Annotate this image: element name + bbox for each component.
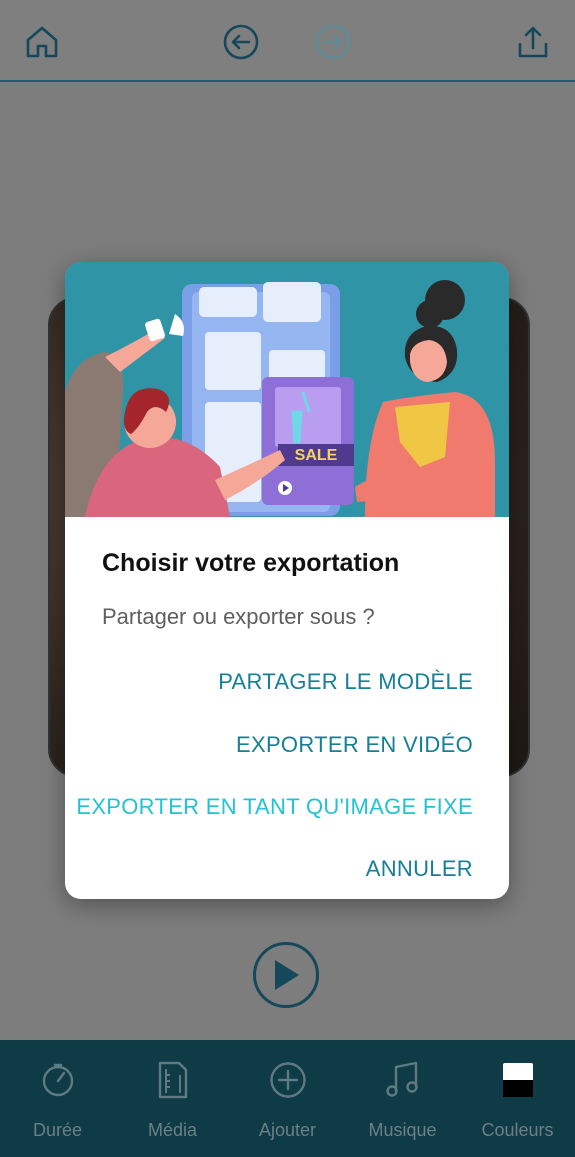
share-icon: [518, 26, 548, 58]
color-swatch-icon: [502, 1063, 533, 1097]
export-video-button[interactable]: EXPORTER EN VIDÉO: [236, 732, 473, 758]
nav-label: Couleurs: [481, 1120, 554, 1140]
film-icon: [158, 1061, 187, 1099]
top-toolbar: [0, 0, 575, 82]
share-button[interactable]: [513, 22, 553, 62]
home-icon: [26, 26, 58, 58]
export-image-button[interactable]: EXPORTER EN TANT QU'IMAGE FIXE: [76, 794, 473, 820]
nav-label: Ajouter: [258, 1120, 317, 1140]
dialog-message: Partager ou exporter sous ?: [102, 604, 375, 629]
play-button[interactable]: [253, 942, 319, 1008]
nav-label: Durée: [32, 1120, 83, 1140]
undo-button[interactable]: [221, 22, 261, 62]
export-dialog: SALE Choisir votre exportation Partager …: [65, 262, 509, 899]
add-circle-icon: [269, 1062, 306, 1098]
dialog-illustration: SALE: [65, 262, 509, 517]
share-template-button[interactable]: PARTAGER LE MODÈLE: [218, 669, 473, 695]
home-button[interactable]: [22, 22, 62, 62]
nav-item-duree[interactable]: Durée: [0, 1040, 115, 1157]
cancel-button[interactable]: ANNULER: [366, 856, 473, 882]
timer-icon: [42, 1063, 73, 1097]
nav-item-ajouter[interactable]: Ajouter: [230, 1040, 345, 1157]
redo-icon: [315, 24, 351, 60]
nav-item-musique[interactable]: Musique: [345, 1040, 460, 1157]
nav-label: Musique: [368, 1120, 437, 1140]
nav-item-couleurs[interactable]: Couleurs: [460, 1040, 575, 1157]
sale-label: SALE: [295, 447, 338, 464]
redo-button[interactable]: [313, 22, 353, 62]
bottom-navigation: Durée Média Ajouter Musique Couleurs: [0, 1040, 575, 1157]
nav-label: Média: [147, 1120, 198, 1140]
dialog-title: Choisir votre exportation: [102, 549, 400, 577]
nav-item-media[interactable]: Média: [115, 1040, 230, 1157]
play-icon: [275, 960, 299, 990]
music-note-icon: [385, 1061, 418, 1097]
undo-icon: [223, 24, 259, 60]
